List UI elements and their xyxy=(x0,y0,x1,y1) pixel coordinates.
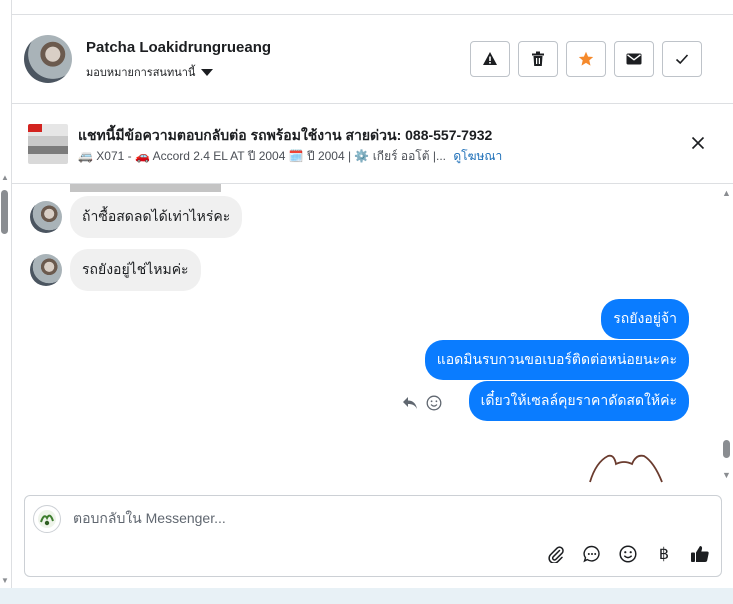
warning-icon xyxy=(483,52,497,65)
incoming-bubble[interactable]: รถยังอยู่ไช่ไหมค่ะ xyxy=(70,249,201,291)
thumbs-up-icon xyxy=(691,546,709,562)
paperclip-icon xyxy=(548,546,564,563)
right-scroll-up-arrow[interactable]: ▲ xyxy=(722,188,731,198)
emoji-icon xyxy=(619,545,637,563)
reply-icon[interactable] xyxy=(402,396,418,410)
mark-done-button[interactable] xyxy=(662,41,702,77)
contact-name[interactable]: Patcha Loakidrungrueang xyxy=(86,39,271,56)
ad-context-banner: แชทนี้มีข้อความตอบกลับต่อ รถพร้อมใช้งาน … xyxy=(12,104,733,184)
page-logo-icon xyxy=(38,510,56,528)
ad-details-text: 🚐 X071 - 🚗 Accord 2.4 EL AT ปี 2004 🗓️ ป… xyxy=(78,149,446,163)
contact-avatar[interactable] xyxy=(24,35,72,83)
trash-icon xyxy=(532,51,544,66)
outgoing-bubble[interactable]: รถยังอยู่จ้า xyxy=(601,299,689,339)
image-attachment-partial[interactable] xyxy=(70,184,221,192)
outgoing-bubble[interactable]: เดี๋ยวให้เซลล์คุยราคาดัดสดให้ค่ะ xyxy=(468,381,689,421)
right-scroll-down-arrow[interactable]: ▼ xyxy=(722,470,731,480)
check-icon xyxy=(675,54,689,65)
message-actions xyxy=(402,395,442,411)
ad-thumbnail[interactable] xyxy=(28,124,68,164)
envelope-icon xyxy=(626,53,642,65)
reply-input[interactable] xyxy=(73,510,573,526)
contact-avatar-small xyxy=(30,201,62,233)
delete-button[interactable] xyxy=(518,41,558,77)
left-scroll-down-arrow[interactable]: ▼ xyxy=(0,576,10,586)
chat-bubble-icon xyxy=(583,545,600,563)
bottom-strip xyxy=(0,588,733,604)
contact-avatar-small xyxy=(30,254,62,286)
report-button[interactable] xyxy=(470,41,510,77)
assign-conversation-dropdown[interactable]: มอบหมายการสนทนานี้ xyxy=(86,63,214,81)
payment-button[interactable]: ฿ xyxy=(653,543,675,565)
close-icon[interactable] xyxy=(689,134,707,152)
left-scroll-up-arrow[interactable]: ▲ xyxy=(0,173,10,183)
composer-toolbar: ฿ xyxy=(545,543,711,565)
star-icon xyxy=(578,51,594,66)
conversation-header: Patcha Loakidrungrueang มอบหมายการสนทนาน… xyxy=(12,15,733,104)
assign-label: มอบหมายการสนทนานี้ xyxy=(86,67,196,79)
ad-title: แชทนี้มีข้อความตอบกลับต่อ รถพร้อมใช้งาน … xyxy=(78,127,493,143)
outgoing-bubble[interactable]: แอดมินรบกวนขอเบอร์ติดต่อหน่อยนะคะ xyxy=(424,340,689,380)
incoming-message: รถยังอยู่ไช่ไหมค่ะ xyxy=(30,249,201,291)
star-button[interactable] xyxy=(566,41,606,77)
emoji-react-icon[interactable] xyxy=(426,395,442,411)
like-button[interactable] xyxy=(689,543,711,565)
incoming-bubble[interactable]: ถ้าซื้อสดลดได้เท่าไหร่คะ xyxy=(70,196,243,238)
messenger-inbox-page: ▲ ▼ Patcha Loakidrungrueang มอบหมายการสน… xyxy=(0,0,733,604)
attach-button[interactable] xyxy=(545,543,567,565)
right-scrollbar-thumb[interactable] xyxy=(723,440,730,458)
baht-icon: ฿ xyxy=(658,546,670,563)
mark-unread-button[interactable] xyxy=(614,41,654,77)
message-thread: ถ้าซื้อสดลดได้เท่าไหร่คะ รถยังอยู่ไช่ไหม… xyxy=(12,184,720,484)
left-scrollbar-thumb[interactable] xyxy=(1,190,8,234)
incoming-message: ถ้าซื้อสดลดได้เท่าไหร่คะ xyxy=(30,196,243,238)
caret-down-icon xyxy=(201,68,214,76)
emoji-button[interactable] xyxy=(617,543,639,565)
sticker-partial[interactable] xyxy=(588,452,668,484)
page-avatar xyxy=(33,505,61,533)
reply-composer: ฿ xyxy=(24,495,722,577)
ad-details: 🚐 X071 - 🚗 Accord 2.4 EL AT ปี 2004 🗓️ ป… xyxy=(78,147,502,166)
left-rail xyxy=(0,0,12,604)
view-ad-link[interactable]: ดูโฆษณา xyxy=(453,149,502,163)
saved-replies-button[interactable] xyxy=(581,543,603,565)
